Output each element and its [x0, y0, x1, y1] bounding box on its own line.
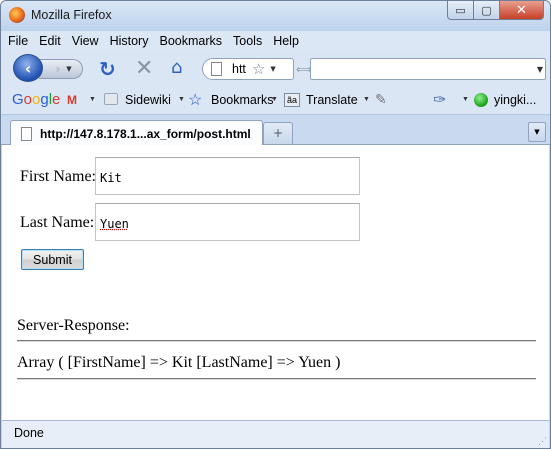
firefox-icon — [9, 7, 25, 23]
new-tab-button[interactable]: + — [263, 122, 293, 144]
menu-bookmarks[interactable]: Bookmarks — [158, 34, 223, 48]
menu-bar: File Edit View History Bookmarks Tools H… — [1, 31, 550, 51]
forward-button[interactable]: › ▼ — [39, 59, 83, 79]
last-name-label: Last Name: — [20, 214, 95, 231]
bookmarks-toolbar: Google M ▼ Sidewiki ▼ ☆ Bookmarks ▼ ãa T… — [1, 85, 550, 115]
close-button[interactable]: ✕ — [500, 1, 544, 20]
page-icon — [21, 126, 32, 141]
menu-view[interactable]: View — [71, 34, 100, 48]
back-icon: ‹ — [24, 58, 32, 78]
page-icon — [211, 62, 222, 76]
menu-help[interactable]: Help — [272, 34, 300, 48]
tab-strip: http://147.8.178.1...ax_form/post.html +… — [1, 116, 550, 146]
search-input[interactable]: ▼ — [310, 58, 546, 80]
stop-icon[interactable]: ✕ — [135, 56, 153, 81]
status-text: Done — [14, 426, 44, 440]
home-icon[interactable]: ⌂ — [171, 57, 182, 78]
url-dropdown-icon[interactable]: ▼ — [270, 65, 275, 73]
gmail-icon[interactable]: M — [67, 93, 77, 107]
forward-icon: › — [55, 62, 61, 76]
window-controls: ▭ ▢ ✕ — [447, 1, 544, 20]
menu-file[interactable]: File — [7, 34, 29, 48]
first-name-label: First Name: — [20, 168, 96, 185]
menu-tools[interactable]: Tools — [232, 34, 263, 48]
url-bar[interactable]: htt ☆ ▼ — [202, 58, 294, 80]
tab-active[interactable]: http://147.8.178.1...ax_form/post.html — [10, 120, 263, 146]
minimize-button[interactable]: ▭ — [447, 1, 474, 20]
sidewiki-icon — [104, 93, 118, 105]
list-tabs-dropdown-icon[interactable]: ▼ — [528, 122, 546, 142]
first-name-field[interactable] — [95, 157, 360, 195]
highlighter-icon[interactable]: ✎ — [375, 91, 387, 108]
server-response-text: Array ( [FirstName] => Kit [LastName] =>… — [17, 354, 341, 371]
google-logo[interactable]: Google — [12, 91, 60, 108]
last-name-field[interactable] — [95, 203, 360, 241]
gmail-dropdown-icon[interactable]: ▼ — [89, 96, 96, 103]
translate-icon: ãa — [284, 93, 300, 107]
bookmarks-button[interactable]: Bookmarks — [211, 93, 274, 107]
server-response-heading: Server-Response: — [17, 317, 130, 334]
search-dropdown-icon[interactable]: ▼ — [537, 65, 543, 74]
bookmarks-star-icon: ☆ — [188, 92, 203, 109]
star-icon[interactable]: ☆ — [252, 60, 265, 78]
status-bar: Done ⋰ — [2, 420, 549, 448]
wrench-icon[interactable]: ✑ — [433, 90, 446, 110]
url-text[interactable]: htt — [232, 62, 246, 76]
divider — [17, 378, 536, 380]
tab-title: http://147.8.178.1...ax_form/post.html — [40, 126, 251, 141]
menu-history[interactable]: History — [109, 34, 150, 48]
sidewiki-button[interactable]: Sidewiki — [125, 93, 171, 107]
page-content: First Name: Last Name: Submit Server-Res… — [2, 145, 549, 420]
menu-edit[interactable]: Edit — [38, 34, 62, 48]
reload-icon[interactable]: ↻ — [99, 57, 116, 81]
resize-grip-icon[interactable]: ⋰ — [538, 436, 547, 447]
navigation-bar: › ▼ ‹ ↻ ✕ ⌂ htt ☆ ▼ ⟺ ▼ — [1, 51, 550, 85]
window-title: Mozilla Firefox — [31, 8, 112, 22]
user-status-icon — [474, 93, 488, 107]
user-account[interactable]: yingki... — [494, 93, 536, 107]
sidewiki-dropdown-icon[interactable]: ▼ — [178, 96, 185, 103]
browser-window: Mozilla Firefox ▭ ▢ ✕ File Edit View His… — [0, 0, 551, 449]
translate-button[interactable]: Translate — [306, 93, 358, 107]
settings-dropdown-icon[interactable]: ▼ — [462, 96, 469, 103]
maximize-button[interactable]: ▢ — [474, 1, 500, 20]
translate-dropdown-icon[interactable]: ▼ — [363, 96, 370, 103]
title-bar: Mozilla Firefox ▭ ▢ ✕ — [1, 1, 550, 31]
back-button[interactable]: ‹ — [13, 54, 43, 82]
divider — [17, 340, 536, 342]
submit-button[interactable]: Submit — [21, 249, 84, 270]
bookmarks-dropdown-icon[interactable]: ▼ — [271, 96, 278, 103]
history-dropdown-icon[interactable]: ▼ — [66, 65, 71, 73]
